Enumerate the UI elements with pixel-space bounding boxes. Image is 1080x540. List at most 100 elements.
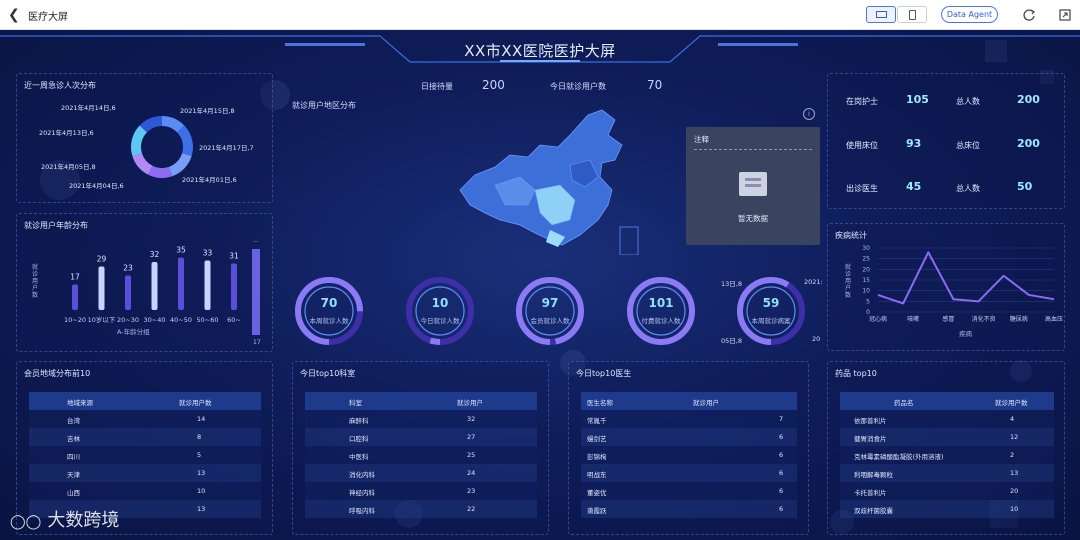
refresh-icon[interactable]	[1022, 7, 1036, 21]
desktop-icon	[876, 11, 887, 18]
table-row[interactable]: 明战东 6	[581, 464, 797, 482]
y-tick: 10	[862, 288, 870, 295]
column-header[interactable]: 就诊用户	[457, 397, 483, 407]
table-cell: 6	[779, 451, 784, 459]
x-tick: 冠心病	[869, 315, 887, 323]
column-header[interactable]: 地域来源	[67, 397, 93, 407]
ring-inner	[415, 286, 465, 336]
table-cell: 14	[197, 415, 206, 423]
table-cell: 20	[1010, 487, 1019, 495]
table-row[interactable]: 呼吸内科 22	[305, 500, 537, 518]
table-cell: 依那普利片	[854, 417, 887, 425]
table-cell: 卡托普利片	[854, 489, 887, 497]
stat-value: 93	[906, 137, 922, 150]
table-cell: 呼吸内科	[349, 507, 375, 515]
column-header[interactable]: 医生名称	[587, 397, 613, 407]
mobile-view-button[interactable]	[897, 6, 927, 23]
table-cell: 吉林	[67, 435, 80, 443]
table-cell: 13	[197, 469, 206, 477]
y-tick: 0	[866, 309, 870, 316]
table-row[interactable]: 健胃消食片 12	[840, 428, 1054, 446]
ring-aux-b: 2021:	[804, 278, 823, 286]
table-row[interactable]: 嫚剑艺 6	[581, 428, 797, 446]
table-row[interactable]: 彭锦栒 6	[581, 446, 797, 464]
page-title: 医疗大屏	[28, 12, 68, 23]
stat-label: 总人数	[956, 184, 980, 193]
table-row[interactable]: 山西 10	[29, 482, 261, 500]
table-cell: 6	[779, 487, 784, 495]
fullscreen-icon[interactable]	[1058, 7, 1072, 21]
table-cell: 5	[197, 451, 202, 459]
table-row[interactable]: 台湾 14	[29, 410, 261, 428]
stat-label: 使用床位	[846, 141, 878, 150]
table-cell: 嫚剑艺	[587, 435, 607, 443]
watermark: ◯◯ 大数跨境	[10, 506, 119, 532]
doctor-panel: 今日top10医生 医生名称 就诊用户 常胤千 7 嫚剑艺 6 彭锦栒 6 明战东 6 董姿优 6…	[568, 361, 809, 535]
table-row[interactable]: 克林霉素磷酸酯凝胶(外用溶液) 2	[840, 446, 1054, 464]
ring-label: 本周就诊人数	[309, 317, 349, 325]
column-header[interactable]: 就诊用户数	[179, 397, 212, 407]
ring-inner	[636, 286, 686, 336]
watermark-text: 大数跨境	[47, 510, 120, 531]
table-cell: 7	[779, 415, 784, 423]
watermark-logo-icon: ◯◯	[10, 514, 42, 530]
back-arrow-icon[interactable]: ❮	[8, 7, 20, 23]
ring-value: 97	[541, 296, 559, 310]
ring-label: 今日就诊人数	[420, 317, 460, 325]
column-header[interactable]: 药品名	[894, 397, 914, 407]
ring-aux-c: 05日,8	[721, 337, 742, 345]
y-tick: 25	[862, 256, 870, 263]
table-row[interactable]: 麻醉科 32	[305, 410, 537, 428]
table-row[interactable]: 四川 5	[29, 446, 261, 464]
data-agent-button[interactable]: Data Agent	[941, 6, 998, 23]
desktop-view-button[interactable]	[866, 6, 896, 23]
table-row[interactable]: 董姿优 6	[581, 482, 797, 500]
table-row[interactable]: 利咽解毒颗粒 13	[840, 464, 1054, 482]
table-cell: 利咽解毒颗粒	[854, 471, 893, 479]
table-cell: 明战东	[587, 471, 607, 479]
ring-label: 会员就诊人数	[530, 317, 570, 325]
table-cell: 董姿优	[587, 489, 607, 497]
ring-label: 付费就诊人数	[641, 317, 681, 325]
stat-value: 200	[1017, 93, 1040, 106]
table-cell: 32	[467, 415, 476, 423]
table-cell: 口腔科	[349, 435, 369, 443]
table-row[interactable]: 天津 13	[29, 464, 261, 482]
column-header[interactable]: 就诊用户数	[995, 397, 1028, 407]
table-cell: 6	[779, 433, 784, 441]
disease-line-chart: 30 25 20 15 10 5 0冠心病 咳嗽 感冒 消化不良 糖尿病 高血压	[862, 245, 1063, 323]
ring-aux-d: 20	[812, 335, 821, 343]
table-row[interactable]: 消化内科 24	[305, 464, 537, 482]
table-row[interactable]: 卡托普利片 20	[840, 482, 1054, 500]
table-row[interactable]: 依那普利片 4	[840, 410, 1054, 428]
stat-label: 出诊医生	[846, 184, 878, 193]
table-cell: 天津	[67, 471, 80, 479]
table-row[interactable]: 中医科 25	[305, 446, 537, 464]
table-row[interactable]: 口腔科 27	[305, 428, 537, 446]
table-row[interactable]: 双歧杆菌胶囊 10	[840, 500, 1054, 518]
column-header[interactable]: 就诊用户	[693, 397, 719, 407]
table-header: 医生名称 就诊用户	[581, 392, 797, 410]
panel-title: 药品 top10	[835, 369, 877, 378]
y-tick: 5	[866, 298, 870, 305]
table-row[interactable]: 萧霞跃 6	[581, 500, 797, 518]
y-tick: 15	[862, 277, 870, 284]
topbar: ❮ 医疗大屏 Data Agent	[0, 0, 1080, 30]
table-cell: 神经内科	[349, 489, 375, 497]
table-cell: 27	[467, 433, 476, 441]
dashboard-screen: XX市XX医院医护大屏 近一周急诊人次分布 2021年4月14日,6 2021年4…	[0, 30, 1080, 540]
panel-title: 今日top10科室	[300, 369, 356, 378]
ring-value: 10	[431, 296, 449, 310]
table-cell: 10	[197, 487, 206, 495]
ring-track	[406, 277, 474, 345]
series-line	[877, 251, 1055, 305]
table-cell: 12	[1010, 433, 1019, 441]
ring-aux-a: 13日,8	[721, 280, 742, 288]
table-cell: 克林霉素磷酸酯凝胶(外用溶液)	[854, 453, 944, 461]
ring-value: 59	[762, 296, 780, 310]
table-row[interactable]: 吉林 8	[29, 428, 261, 446]
column-header[interactable]: 科室	[349, 397, 362, 407]
table-row[interactable]: 常胤千 7	[581, 410, 797, 428]
table-row[interactable]: 神经内科 23	[305, 482, 537, 500]
ring-inner	[304, 286, 354, 336]
